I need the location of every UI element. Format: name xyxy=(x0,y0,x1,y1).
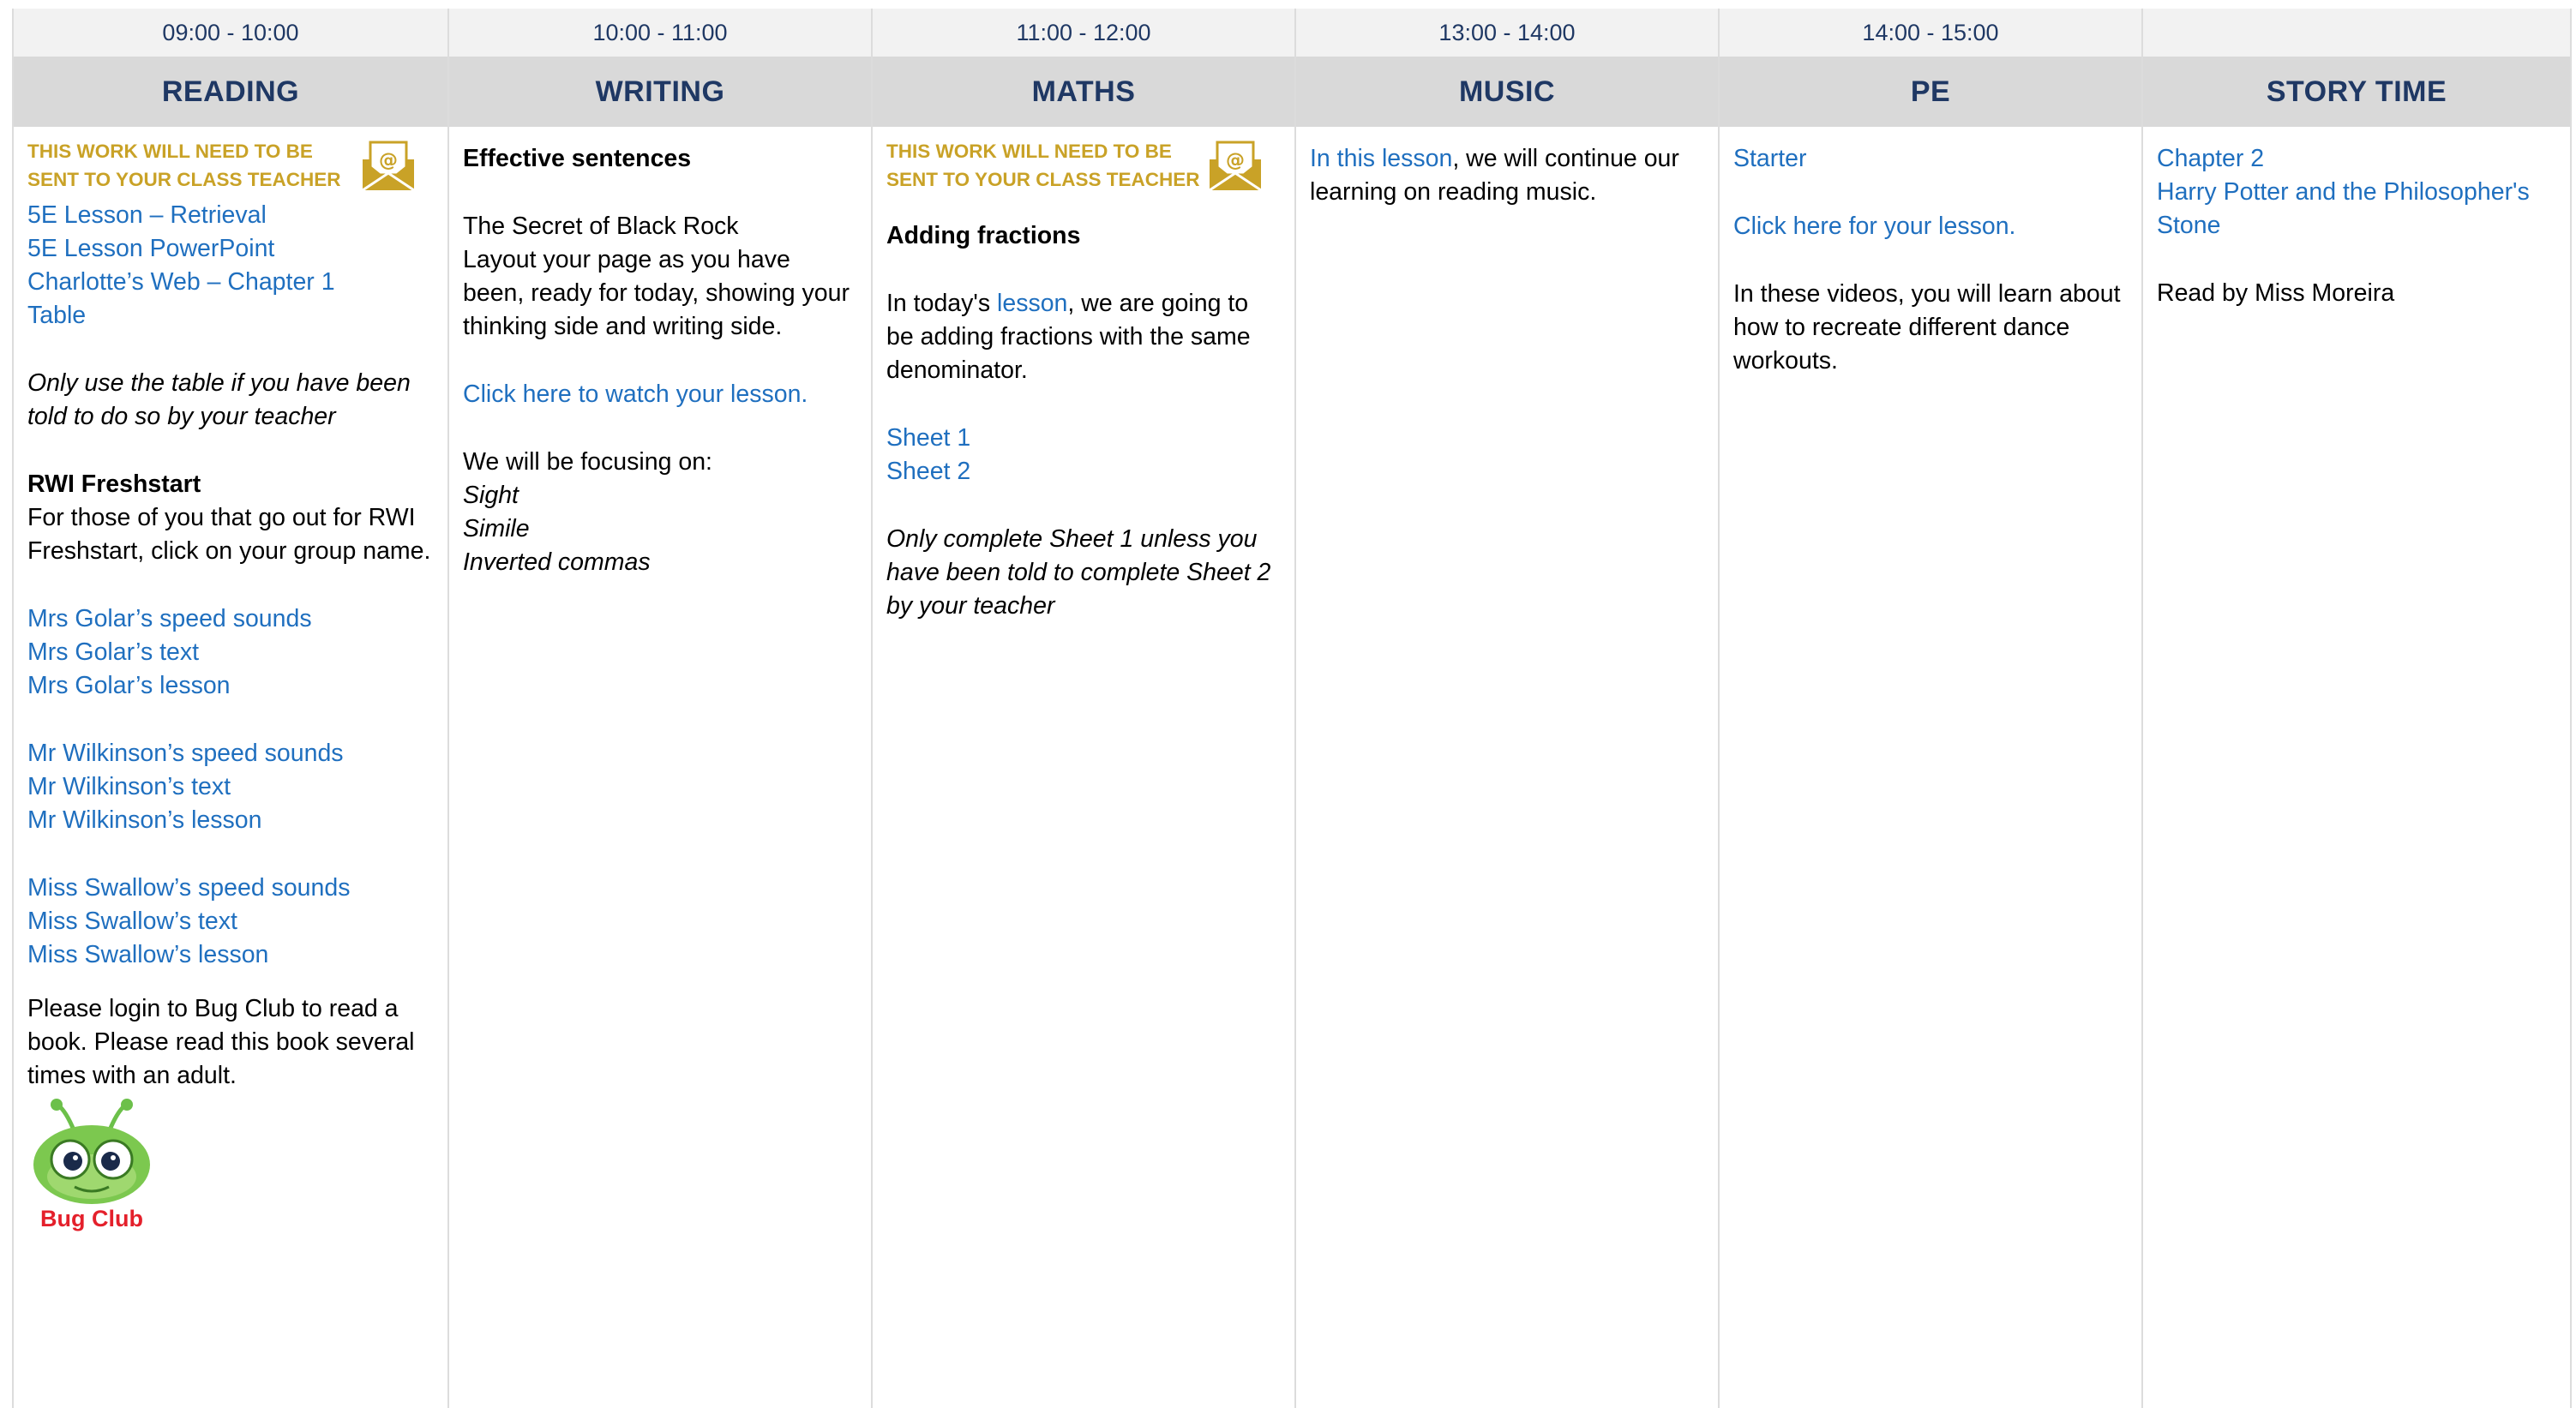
content-row: THIS WORK WILL NEED TO BE SENT TO YOUR C… xyxy=(12,127,2572,1408)
reading-lesson-link[interactable]: 5E Lesson – Retrieval xyxy=(27,199,434,232)
time-row: 09:00 - 10:00 10:00 - 11:00 11:00 - 12:0… xyxy=(12,9,2572,57)
music-lesson-link[interactable]: In this lesson xyxy=(1310,145,1452,172)
chapter-link[interactable]: Chapter 2 xyxy=(2157,142,2556,176)
writing-cell: Effective sentences The Secret of Black … xyxy=(449,127,873,1408)
starter-link[interactable]: Starter xyxy=(1733,142,2128,176)
bugclub-text: Please login to Bug Club to read a book.… xyxy=(27,995,415,1089)
subject-header-music: MUSIC xyxy=(1296,57,1720,127)
pe-description: In these videos, you will learn about ho… xyxy=(1733,280,2121,374)
bugclub-logo[interactable]: Bug Club xyxy=(27,1098,156,1235)
wilkinson-lesson-link[interactable]: Mr Wilkinson’s lesson xyxy=(27,804,434,837)
subject-header-reading: READING xyxy=(12,57,449,127)
time-slot: 11:00 - 12:00 xyxy=(873,9,1296,57)
swallow-speed-sounds-link[interactable]: Miss Swallow’s speed sounds xyxy=(27,872,434,905)
subject-header-story-time: STORY TIME xyxy=(2143,57,2572,127)
music-text: In this lesson, we will continue our lea… xyxy=(1310,142,1704,209)
time-slot xyxy=(2143,9,2572,57)
envelope-icon: @ xyxy=(1209,141,1262,192)
wilkinson-speed-sounds-link[interactable]: Mr Wilkinson’s speed sounds xyxy=(27,737,434,770)
sheet-2-link[interactable]: Sheet 2 xyxy=(886,455,1281,488)
music-cell: In this lesson, we will continue our lea… xyxy=(1296,127,1720,1408)
story-reader: Read by Miss Moreira xyxy=(2157,279,2395,307)
time-slot: 13:00 - 14:00 xyxy=(1296,9,1720,57)
pe-cell: Starter Click here for your lesson. In t… xyxy=(1720,127,2143,1408)
golar-text-link[interactable]: Mrs Golar’s text xyxy=(27,636,434,669)
focus-item: Inverted commas xyxy=(463,548,651,576)
watch-lesson-link[interactable]: Click here to watch your lesson. xyxy=(463,378,857,411)
pe-lesson-link[interactable]: Click here for your lesson. xyxy=(1733,210,2128,243)
charlottes-web-link[interactable]: Charlotte’s Web – Chapter 1 xyxy=(27,266,434,299)
time-slot: 09:00 - 10:00 xyxy=(12,9,449,57)
send-to-teacher-notice: THIS WORK WILL NEED TO BE SENT TO YOUR C… xyxy=(27,137,434,199)
golar-speed-sounds-link[interactable]: Mrs Golar’s speed sounds xyxy=(27,602,434,636)
send-to-teacher-notice: THIS WORK WILL NEED TO BE SENT TO YOUR C… xyxy=(886,137,1281,199)
bugclub-logo-text: Bug Club xyxy=(40,1206,143,1231)
maths-heading: Adding fractions xyxy=(886,222,1081,249)
svg-text:@: @ xyxy=(379,150,398,171)
rwi-text: For those of you that go out for RWI Fre… xyxy=(27,504,431,565)
writing-heading: Effective sentences xyxy=(463,145,692,172)
notice-line: SENT TO YOUR CLASS TEACHER xyxy=(886,169,1200,190)
envelope-icon: @ xyxy=(362,141,415,192)
maths-intro-pre: In today's xyxy=(886,290,998,317)
focus-item: Sight xyxy=(463,482,519,509)
reading-powerpoint-link[interactable]: 5E Lesson PowerPoint xyxy=(27,232,434,266)
subject-row: READING WRITING MATHS MUSIC PE STORY TIM… xyxy=(12,57,2572,127)
reading-cell: THIS WORK WILL NEED TO BE SENT TO YOUR C… xyxy=(12,127,449,1408)
time-slot: 10:00 - 11:00 xyxy=(449,9,873,57)
golar-lesson-link[interactable]: Mrs Golar’s lesson xyxy=(27,669,434,703)
subject-header-writing: WRITING xyxy=(449,57,873,127)
focus-item: Simile xyxy=(463,515,530,542)
maths-note: Only complete Sheet 1 unless you have be… xyxy=(886,525,1271,620)
wilkinson-text-link[interactable]: Mr Wilkinson’s text xyxy=(27,770,434,804)
writing-book-title: The Secret of Black Rock xyxy=(463,213,739,240)
focus-intro: We will be focusing on: xyxy=(463,448,712,476)
swallow-text-link[interactable]: Miss Swallow’s text xyxy=(27,905,434,938)
book-title-link[interactable]: Harry Potter and the Philosopher's Stone xyxy=(2157,176,2556,243)
notice-line: THIS WORK WILL NEED TO BE xyxy=(886,141,1172,162)
svg-text:@: @ xyxy=(1226,150,1245,171)
maths-cell: THIS WORK WILL NEED TO BE SENT TO YOUR C… xyxy=(873,127,1296,1408)
story-time-cell: Chapter 2 Harry Potter and the Philosoph… xyxy=(2143,127,2572,1408)
swallow-lesson-link[interactable]: Miss Swallow’s lesson xyxy=(27,938,434,972)
sheet-1-link[interactable]: Sheet 1 xyxy=(886,422,1281,455)
notice-line: THIS WORK WILL NEED TO BE xyxy=(27,141,313,162)
notice-line: SENT TO YOUR CLASS TEACHER xyxy=(27,169,341,190)
table-link[interactable]: Table xyxy=(27,299,434,333)
time-slot: 14:00 - 15:00 xyxy=(1720,9,2143,57)
subject-header-pe: PE xyxy=(1720,57,2143,127)
maths-intro: In today's lesson, we are going to be ad… xyxy=(886,287,1281,387)
rwi-heading: RWI Freshstart xyxy=(27,470,201,498)
subject-header-maths: MATHS xyxy=(873,57,1296,127)
timetable: 09:00 - 10:00 10:00 - 11:00 11:00 - 12:0… xyxy=(12,9,2572,1408)
writing-instructions: Layout your page as you have been, ready… xyxy=(463,246,850,340)
table-note: Only use the table if you have been told… xyxy=(27,369,411,430)
maths-lesson-link[interactable]: lesson xyxy=(997,290,1067,317)
